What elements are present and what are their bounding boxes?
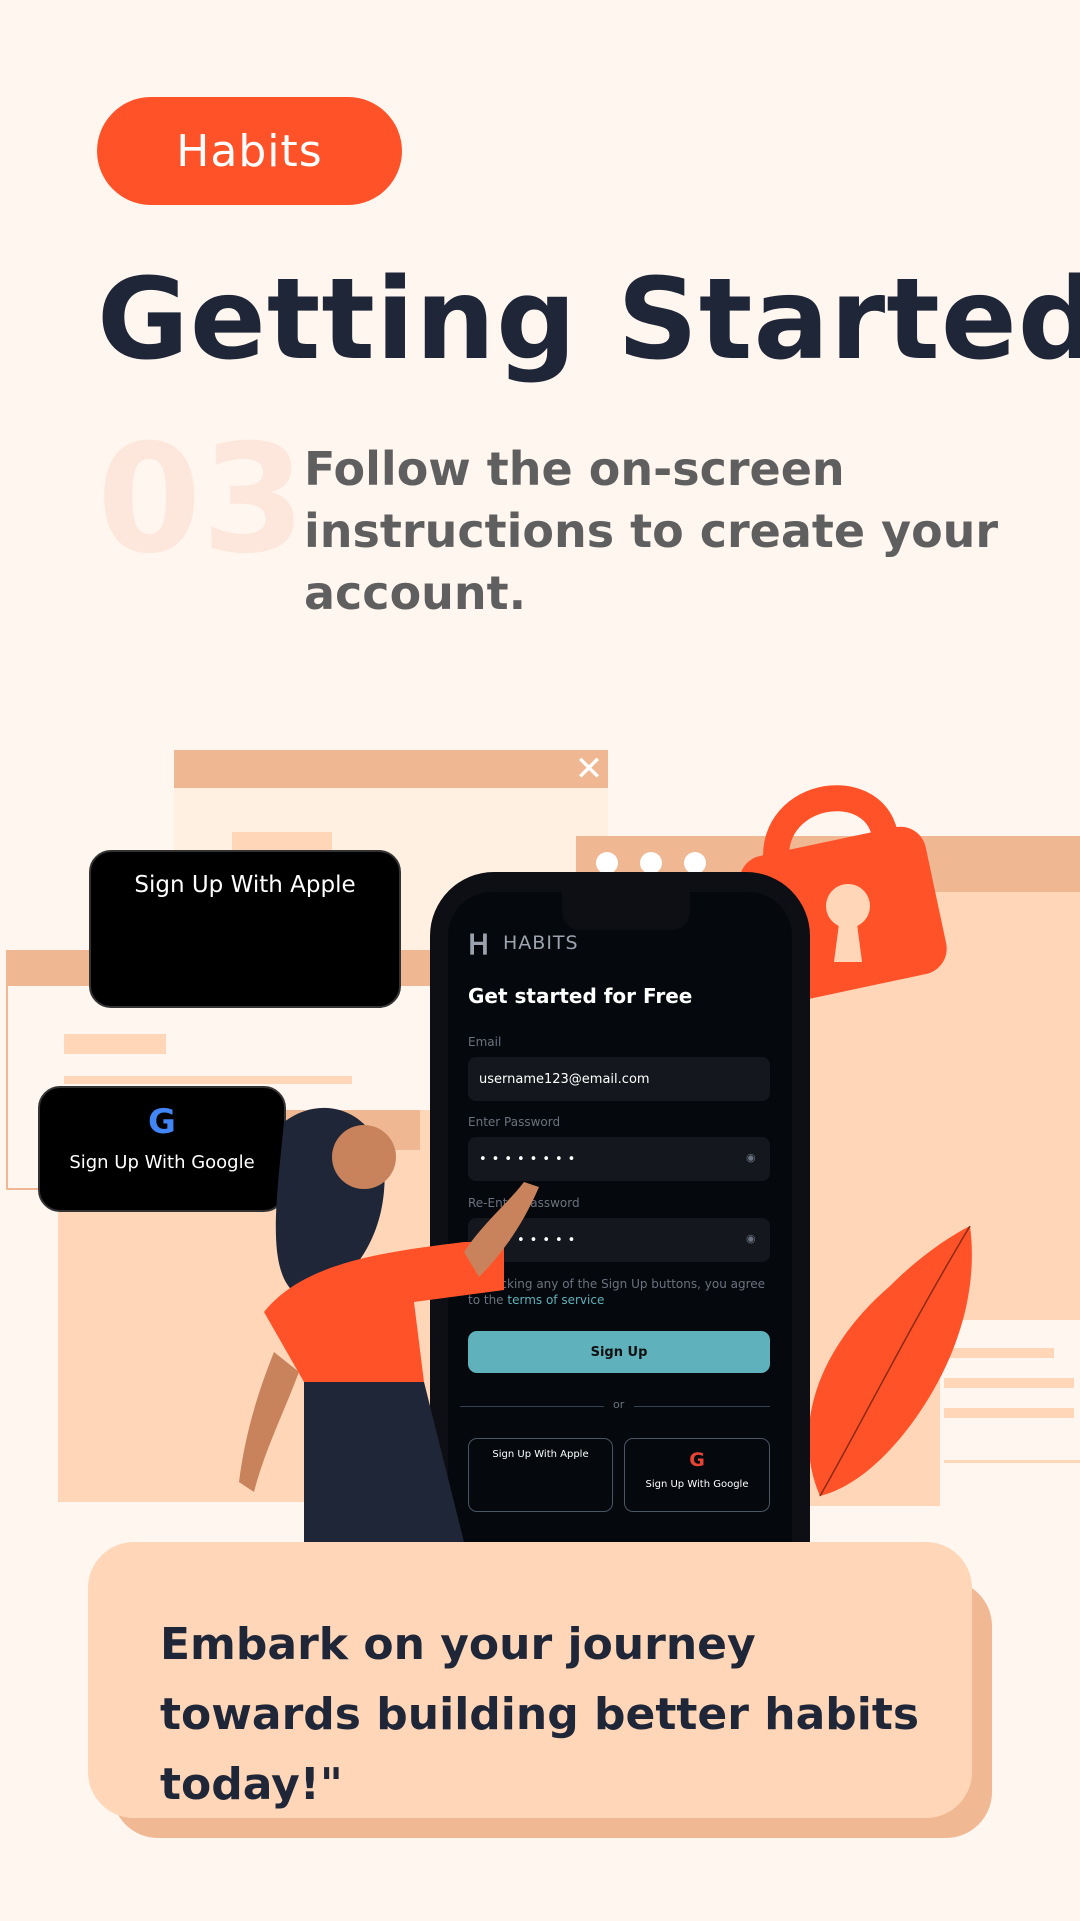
email-field[interactable]: username123@email.com bbox=[468, 1057, 770, 1101]
phone-notch bbox=[562, 892, 690, 930]
float-apple-button[interactable]: Sign Up With Apple bbox=[89, 850, 401, 1008]
left-window-bar bbox=[64, 1034, 166, 1054]
divider-label: or bbox=[613, 1398, 625, 1411]
phone-google-label: Sign Up With Google bbox=[645, 1479, 749, 1490]
phone-heading: Get started for Free bbox=[468, 984, 693, 1008]
phone-google-button[interactable]: G Sign Up With Google bbox=[624, 1438, 770, 1512]
woman-illustration bbox=[224, 1102, 604, 1542]
back-window-titlebar bbox=[174, 750, 608, 788]
left-window-line bbox=[64, 1076, 352, 1084]
eye-icon[interactable]: ◉ bbox=[746, 1233, 758, 1245]
email-label: Email bbox=[468, 1035, 502, 1049]
step-number: 03 bbox=[97, 413, 306, 587]
close-icon: ✕ bbox=[574, 749, 604, 789]
back-window-bar bbox=[232, 832, 332, 850]
google-icon: G bbox=[689, 1449, 705, 1471]
step-instruction: Follow the on-screen instructions to cre… bbox=[304, 442, 999, 620]
email-value: username123@email.com bbox=[479, 1071, 650, 1087]
tagline-text: Embark on your journey towards building … bbox=[160, 1619, 920, 1810]
phone-brand: HABITS bbox=[503, 932, 579, 954]
page-title: Getting Started bbox=[97, 255, 1080, 385]
leaf-icon bbox=[800, 1225, 976, 1506]
phone-logo-icon: 𝖧 bbox=[468, 928, 490, 961]
logo-pill: Habits bbox=[97, 97, 402, 205]
eye-icon[interactable]: ◉ bbox=[746, 1152, 758, 1164]
float-apple-label: Sign Up With Apple bbox=[134, 872, 356, 898]
logo-text: Habits bbox=[176, 125, 323, 177]
divider-line bbox=[634, 1406, 770, 1407]
